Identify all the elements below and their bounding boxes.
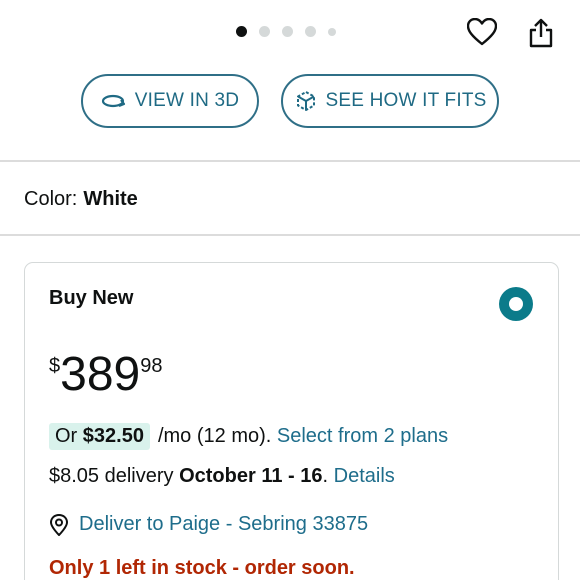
color-value: White	[83, 188, 138, 210]
stock-warning: Only 1 left in stock - order soon.	[49, 557, 355, 579]
price-fraction: 98	[140, 355, 163, 377]
delivery-fee: $8.05 delivery	[49, 465, 174, 487]
delivery-details-link[interactable]: Details	[334, 465, 395, 487]
product-header: VIEW IN 3D SEE HOW IT FITS	[0, 0, 580, 160]
price: $ 389 98	[49, 347, 162, 403]
deliver-to-link[interactable]: Deliver to Paige - Sebring 33875	[49, 513, 368, 536]
rotate-3d-icon	[101, 94, 125, 108]
delivery-info: $8.05 delivery October 11 - 16. Details	[49, 465, 395, 488]
section-divider	[0, 160, 580, 162]
buy-new-title: Buy New	[49, 287, 134, 309]
heart-icon	[467, 18, 497, 46]
carousel-dot[interactable]	[259, 26, 270, 37]
deliver-to-text: Deliver to Paige - Sebring 33875	[79, 513, 369, 535]
radio-selected-indicator	[509, 297, 523, 311]
monthly-term: /mo (12 mo).	[157, 425, 272, 447]
carousel-dot[interactable]	[328, 27, 336, 36]
monthly-payment: Or $32.50 /mo (12 mo). Select from 2 pla…	[49, 423, 448, 450]
price-whole: 389	[60, 348, 141, 401]
monthly-amount: $32.50	[82, 425, 144, 447]
monthly-highlight: Or $32.50	[49, 423, 150, 450]
section-divider	[0, 234, 580, 236]
color-selection: Color: White	[24, 188, 138, 211]
see-how-it-fits-label: SEE HOW IT FITS	[325, 90, 487, 111]
monthly-prefix: Or	[55, 425, 78, 447]
color-label: Color:	[24, 188, 78, 210]
view-in-3d-label: VIEW IN 3D	[134, 90, 240, 111]
image-carousel-dots[interactable]	[236, 26, 336, 37]
buy-new-box[interactable]: Buy New $ 389 98 Or $32.50 /mo (12 mo). …	[24, 262, 559, 580]
view-in-3d-button[interactable]: VIEW IN 3D	[81, 74, 259, 128]
carousel-dot[interactable]	[282, 26, 293, 37]
location-pin-icon	[49, 513, 69, 536]
carousel-dot[interactable]	[305, 26, 316, 37]
price-symbol: $	[49, 355, 61, 377]
delivery-separator: .	[322, 465, 329, 487]
wishlist-button[interactable]	[466, 16, 498, 48]
delivery-dates: October 11 - 16	[179, 465, 323, 487]
carousel-dot[interactable]	[236, 26, 247, 37]
select-plans-link[interactable]: Select from 2 plans	[277, 425, 448, 448]
share-icon	[529, 18, 553, 48]
cube-ar-icon	[296, 91, 315, 111]
share-button[interactable]	[525, 16, 557, 50]
see-how-it-fits-button[interactable]: SEE HOW IT FITS	[281, 74, 499, 128]
buy-new-radio[interactable]	[499, 287, 533, 321]
